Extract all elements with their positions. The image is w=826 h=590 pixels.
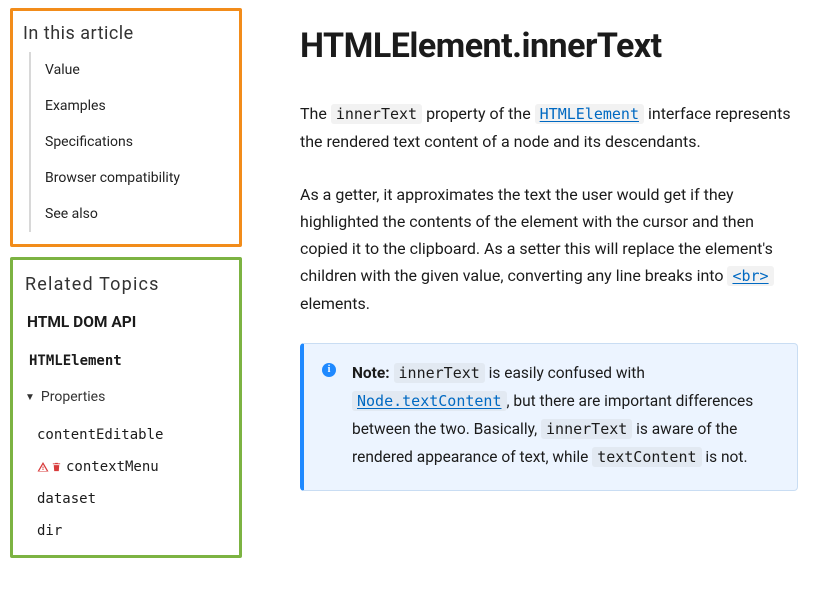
toc-item[interactable]: See also (31, 196, 229, 232)
properties-list: contentEditable contextMenu dataset dir (37, 419, 229, 547)
code-htmlelement: HTMLElement (535, 104, 644, 124)
code-br: <br> (727, 266, 773, 286)
toc-item[interactable]: Examples (31, 88, 229, 124)
code-textcontent: textContent (592, 447, 701, 467)
code-innertext: innerText (331, 104, 422, 124)
code-innertext: innerText (394, 363, 485, 383)
properties-toggle[interactable]: ▼ Properties (25, 389, 229, 405)
br-link[interactable]: <br> (727, 266, 773, 285)
property-name: dataset (37, 491, 96, 507)
note-callout: i Note: innerText is easily confused wit… (300, 343, 798, 491)
page-title: HTMLElement.innerText (300, 26, 798, 66)
text: The (300, 104, 331, 123)
property-name: contentEditable (37, 427, 163, 443)
textcontent-link[interactable]: Node.textContent (352, 391, 507, 411)
class-name-link[interactable]: HTMLElement (29, 353, 229, 369)
deprecated-badges (37, 461, 62, 473)
intro-paragraph: The innerText property of the HTMLElemen… (300, 100, 798, 155)
toc-item[interactable]: Browser compatibility (31, 160, 229, 196)
text: is not. (702, 448, 748, 466)
text (390, 364, 394, 382)
in-this-article-nav: In this article Value Examples Specifica… (10, 8, 242, 247)
trash-icon (51, 461, 62, 473)
info-icon: i (322, 363, 336, 377)
in-this-article-list: Value Examples Specifications Browser co… (29, 52, 229, 232)
code-innertext: innerText (541, 419, 632, 439)
property-item[interactable]: dataset (37, 483, 229, 515)
related-topics-nav: Related Topics HTML DOM API HTMLElement … (10, 257, 242, 558)
property-name: dir (37, 523, 62, 539)
htmlelement-link[interactable]: HTMLElement (535, 104, 644, 123)
toc-item[interactable]: Specifications (31, 124, 229, 160)
related-topics-heading: Related Topics (25, 274, 229, 295)
property-item[interactable]: contentEditable (37, 419, 229, 451)
sidebar: In this article Value Examples Specifica… (0, 0, 248, 590)
text: As a getter, it approximates the text th… (300, 185, 773, 286)
api-name-link[interactable]: HTML DOM API (27, 313, 229, 331)
warning-icon (37, 461, 49, 473)
text: elements. (300, 294, 370, 313)
chevron-down-icon: ▼ (25, 392, 35, 403)
in-this-article-heading: In this article (23, 23, 229, 44)
second-paragraph: As a getter, it approximates the text th… (300, 181, 798, 317)
text: is easily confused with (485, 364, 645, 382)
text: property of the (422, 104, 535, 123)
main-content: HTMLElement.innerText The innerText prop… (248, 0, 826, 590)
properties-label: Properties (41, 389, 105, 405)
note-label: Note: (352, 364, 390, 382)
code-textcontent: Node.textContent (352, 391, 507, 411)
property-name: contextMenu (66, 459, 159, 475)
property-item[interactable]: dir (37, 515, 229, 547)
property-item[interactable]: contextMenu (37, 451, 229, 483)
note-body: Note: innerText is easily confused with … (352, 360, 779, 472)
toc-item[interactable]: Value (31, 52, 229, 88)
